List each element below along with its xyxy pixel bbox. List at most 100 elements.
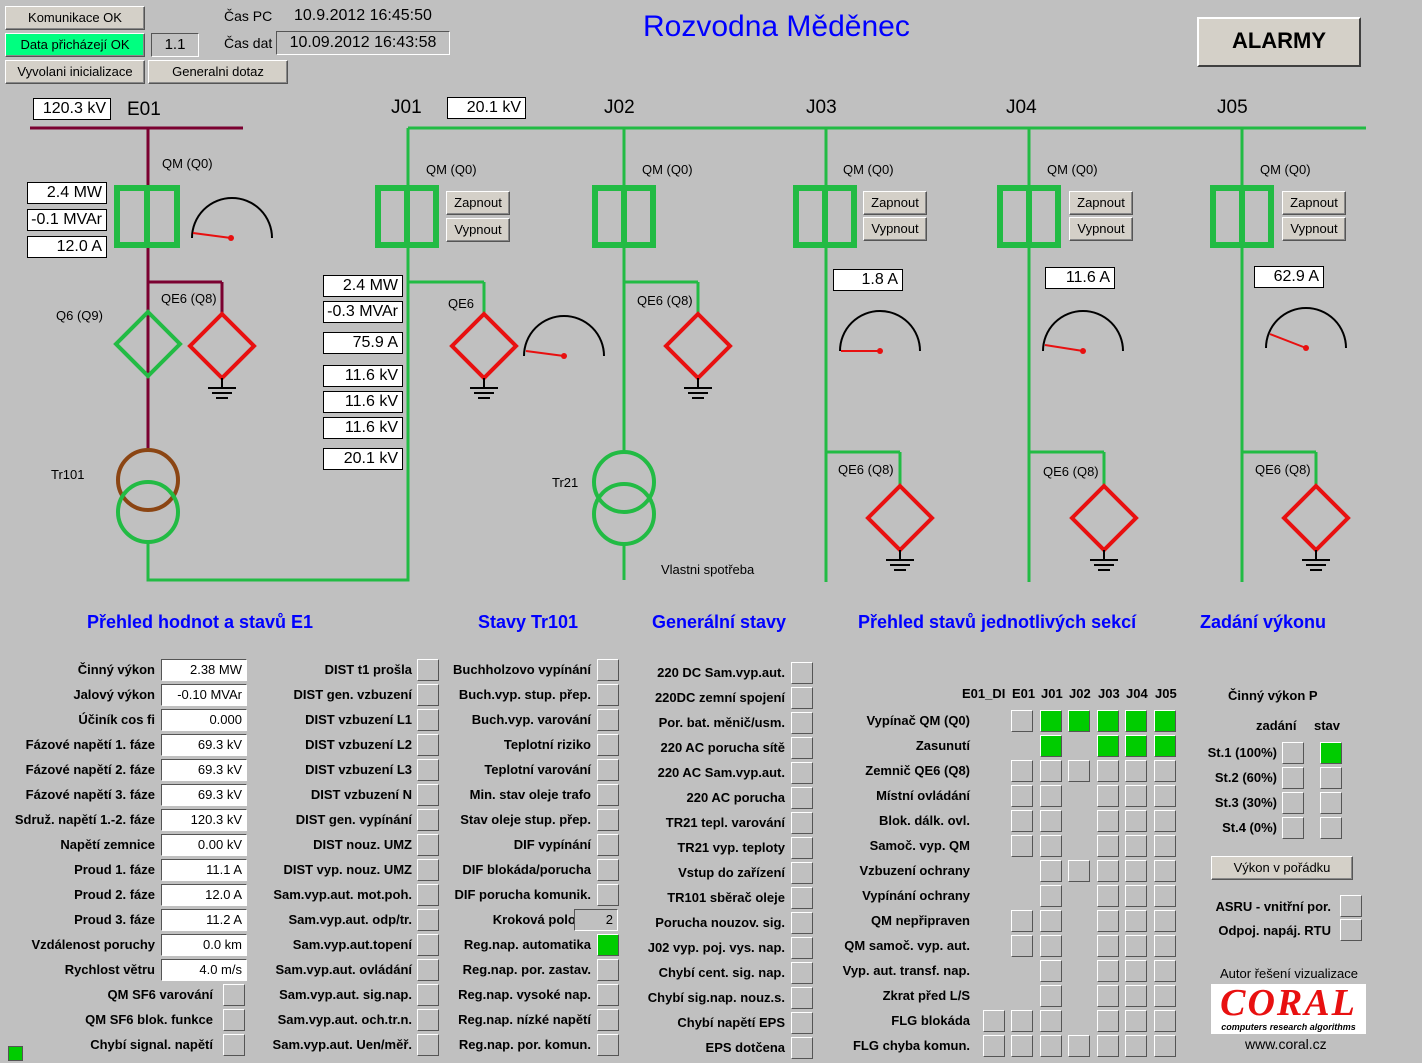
dist-label: DIST t1 prošla	[324, 662, 412, 677]
e01-power: 2.4 MW	[27, 182, 107, 204]
sections-led	[1040, 885, 1062, 907]
e1-value-label: Proud 1. fáze	[74, 862, 155, 877]
e1-value-field: 0.00 kV	[161, 834, 247, 856]
e1-value-field: 4.0 m/s	[161, 959, 247, 981]
sections-led	[1011, 810, 1033, 832]
sections-led	[1011, 835, 1033, 857]
j01-power: 2.4 MW	[323, 275, 403, 297]
sections-row-label: Vypínání ochrany	[862, 888, 970, 903]
sections-led-on	[1154, 735, 1176, 757]
general-led	[791, 737, 813, 759]
odpoj-led	[1340, 919, 1362, 941]
sections-row-label: Samoč. vyp. QM	[869, 838, 970, 853]
general-led	[791, 937, 813, 959]
dist-led	[417, 959, 439, 981]
e01-qm-label: QM (Q0)	[162, 156, 213, 171]
vykon-ok-button[interactable]: Výkon v pořádku	[1211, 856, 1353, 880]
j05-vypnout-button[interactable]: Vypnout	[1282, 217, 1346, 241]
dist-label: DIST vzbuzení L1	[305, 712, 412, 727]
tr101-led	[597, 1034, 619, 1056]
general-led	[791, 837, 813, 859]
sections-led	[1097, 910, 1119, 932]
general-label: Chybí sig.nap. nouz.s.	[647, 990, 785, 1005]
j04-zapnout-button[interactable]: Zapnout	[1069, 191, 1133, 215]
sections-led	[1011, 785, 1033, 807]
e1-value-label: Činný výkon	[77, 662, 155, 677]
tr101-led	[597, 759, 619, 781]
sections-led	[983, 1010, 1005, 1032]
www-label: www.coral.cz	[1245, 1036, 1327, 1052]
sections-led	[1125, 785, 1147, 807]
sections-led	[1097, 885, 1119, 907]
j04-qm-label: QM (Q0)	[1047, 162, 1098, 177]
j05-zapnout-button[interactable]: Zapnout	[1282, 191, 1346, 215]
tr101-led	[597, 884, 619, 906]
general-label: EPS dotčena	[705, 1040, 785, 1055]
sections-column-header: J02	[1069, 686, 1091, 701]
sections-led	[1068, 1035, 1090, 1057]
tr101-led	[597, 709, 619, 731]
sections-led	[1040, 785, 1062, 807]
general-label: TR21 tepl. varování	[665, 815, 785, 830]
tr101-label: Buchholzovo vypínání	[453, 662, 591, 677]
e1-led	[223, 1009, 245, 1031]
j02-qe6-label: QE6 (Q8)	[637, 293, 693, 308]
sections-led	[1125, 835, 1147, 857]
general-label: TR101 sběrač oleje	[667, 890, 785, 905]
dist-led	[417, 784, 439, 806]
stupen-zadani-led[interactable]	[1282, 767, 1304, 789]
general-led	[791, 1037, 813, 1059]
stupen-label: St.1 (100%)	[1207, 745, 1277, 760]
j01-qe6-label: QE6	[448, 296, 475, 311]
status-indicator	[8, 1046, 23, 1061]
general-led	[791, 1012, 813, 1034]
stupen-zadani-led[interactable]	[1282, 742, 1304, 764]
j01-qm-label: QM (Q0)	[426, 162, 477, 177]
stupen-zadani-led[interactable]	[1282, 817, 1304, 839]
e1-value-field: 12.0 A	[161, 884, 247, 906]
tr101-label: Stav oleje stup. přep.	[460, 812, 591, 827]
dist-label: DIST gen. vzbuzení	[293, 687, 412, 702]
dist-label: Sam.vyp.aut. och.tr.n.	[277, 1012, 412, 1027]
sections-led	[1154, 885, 1176, 907]
sections-led	[1040, 985, 1062, 1007]
sections-led-on	[1097, 735, 1119, 757]
sections-led	[1040, 1010, 1062, 1032]
e1-value-field: 69.3 kV	[161, 734, 247, 756]
sections-led-on	[1154, 710, 1176, 732]
tr101-led	[597, 834, 619, 856]
e1-value-field: -0.10 MVAr	[161, 684, 247, 706]
stav-label: stav	[1314, 718, 1341, 733]
sections-led	[1040, 835, 1062, 857]
j01-reactive: -0.3 MVAr	[323, 301, 403, 323]
sections-column-header: E01	[1012, 686, 1036, 701]
general-led	[791, 762, 813, 784]
general-led	[791, 987, 813, 1009]
tr101-led	[597, 984, 619, 1006]
general-led	[791, 862, 813, 884]
sections-led	[1125, 1010, 1147, 1032]
stupen-label: St.4 (0%)	[1222, 820, 1277, 835]
coral-logo-text: CORAL	[1220, 982, 1357, 1024]
general-led	[791, 912, 813, 934]
e1-led-label: QM SF6 blok. funkce	[85, 1012, 213, 1027]
odpoj-label: Odpoj. napáj. RTU	[1218, 923, 1331, 938]
j04-vypnout-button[interactable]: Vypnout	[1069, 217, 1133, 241]
j03-zapnout-button[interactable]: Zapnout	[863, 191, 927, 215]
stupen-zadani-led[interactable]	[1282, 792, 1304, 814]
e1-led-label: Chybí signal. napětí	[90, 1037, 213, 1052]
j02-qm-label: QM (Q0)	[642, 162, 693, 177]
sections-led	[1125, 985, 1147, 1007]
j01-vypnout-button[interactable]: Vypnout	[446, 218, 510, 242]
tr101-led	[597, 734, 619, 756]
general-label: Chybí napětí EPS	[677, 1015, 785, 1030]
j01-zapnout-button[interactable]: Zapnout	[446, 191, 510, 215]
stupen-stav-led	[1320, 817, 1342, 839]
sections-led	[1154, 935, 1176, 957]
sections-column-header: J01	[1041, 686, 1063, 701]
general-led	[791, 787, 813, 809]
e01-qe6-label: QE6 (Q8)	[161, 291, 217, 306]
j03-vypnout-button[interactable]: Vypnout	[863, 217, 927, 241]
sections-row-label: Zemnič QE6 (Q8)	[865, 763, 970, 778]
j01-label: J01	[391, 97, 422, 118]
